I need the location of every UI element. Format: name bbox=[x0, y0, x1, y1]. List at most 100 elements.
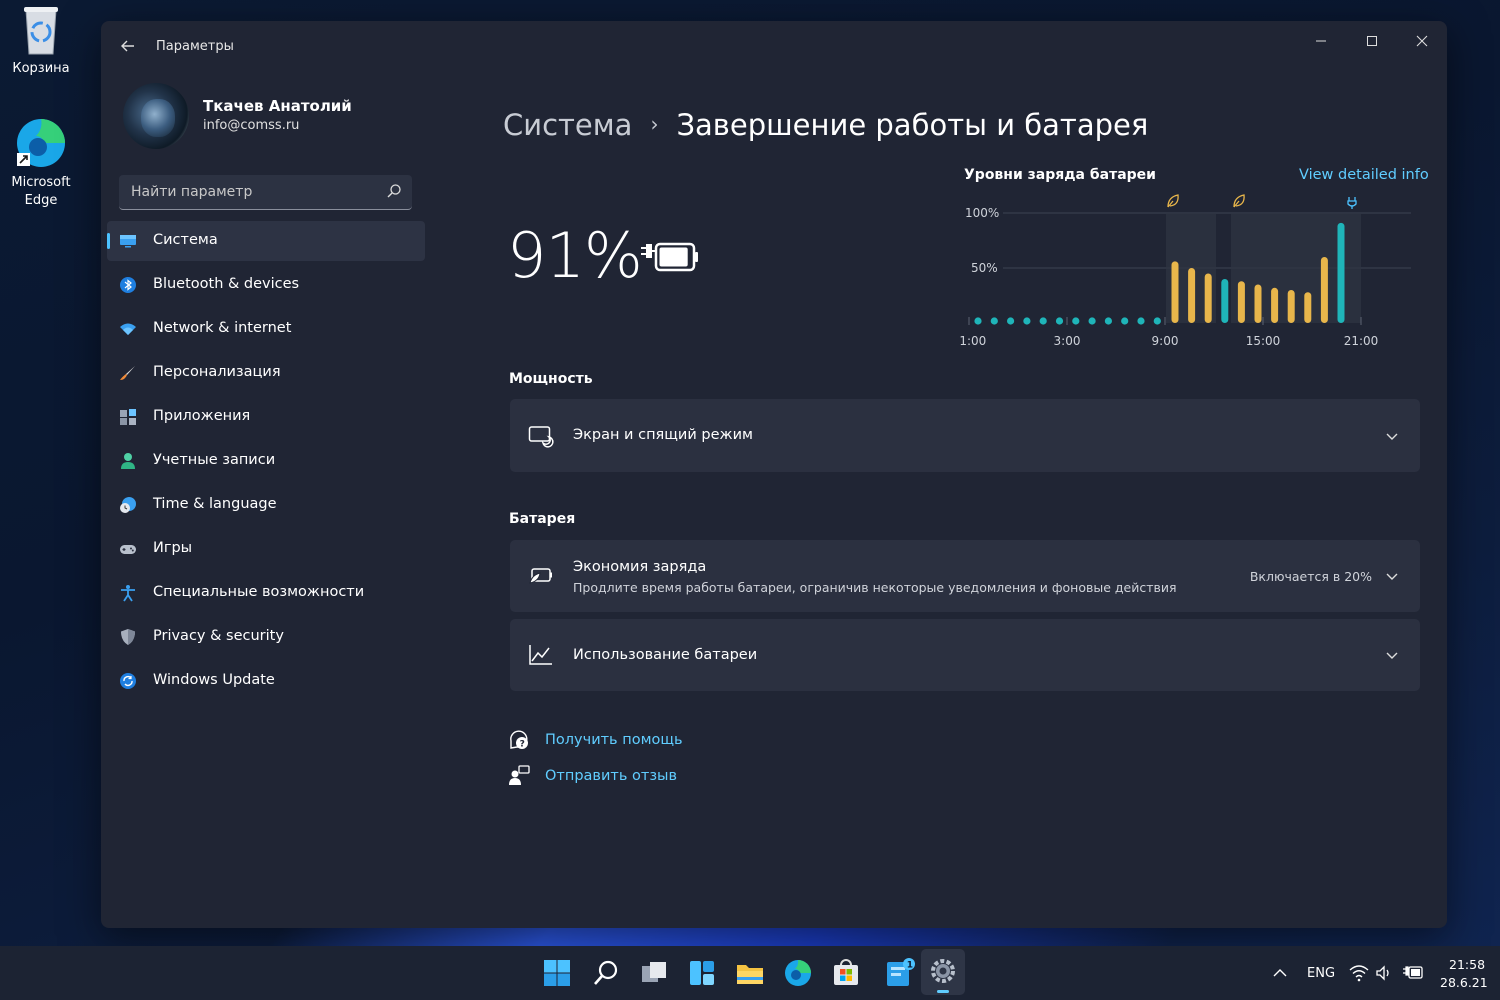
accessibility-icon bbox=[121, 585, 135, 602]
minimize-button[interactable] bbox=[1298, 27, 1344, 57]
taskbar: 1 ENG 21:58 28.6.21 bbox=[0, 946, 1500, 1000]
sidebar-item-network[interactable]: Network & internet bbox=[107, 309, 425, 349]
app-title: Параметры bbox=[156, 39, 234, 54]
back-button[interactable] bbox=[117, 35, 139, 57]
language-indicator[interactable]: ENG bbox=[1307, 966, 1335, 981]
brush-icon bbox=[120, 366, 135, 380]
sidebar-item-accessibility[interactable]: Специальные возможности bbox=[107, 573, 425, 613]
sidebar-item-personalization[interactable]: Персонализация bbox=[107, 353, 425, 393]
battery-fill bbox=[659, 247, 688, 267]
page-title: Завершение работы и батарея bbox=[676, 108, 1149, 142]
volume-icon[interactable] bbox=[1375, 964, 1393, 982]
store-icon[interactable] bbox=[830, 957, 862, 989]
sidebar-item-label: Учетные записи bbox=[153, 452, 276, 468]
chevron-up-icon[interactable] bbox=[1272, 966, 1288, 980]
standby-dot bbox=[1039, 317, 1047, 325]
sidebar-item-windows-update[interactable]: Windows Update bbox=[107, 661, 425, 701]
start-icon[interactable] bbox=[541, 957, 573, 989]
breadcrumb-parent[interactable]: Система bbox=[503, 108, 632, 142]
todo-icon: 1 bbox=[887, 958, 915, 986]
maximize-button[interactable] bbox=[1349, 27, 1395, 57]
standby-dot bbox=[1023, 317, 1031, 325]
battery-levels-chart: 100% 50% 21:00 3:00 9:00 15:00 21:00 bbox=[959, 194, 1411, 348]
arrow-left-icon bbox=[121, 40, 134, 52]
search-box[interactable] bbox=[119, 175, 412, 210]
sidebar-item-accounts[interactable]: Учетные записи bbox=[107, 441, 425, 481]
battery-saver-subtitle: Продлите время работы батареи, ограничив… bbox=[573, 580, 1177, 595]
battery-usage-title: Использование батареи bbox=[573, 647, 758, 663]
clock-time[interactable]: 21:58 bbox=[1449, 957, 1485, 972]
sidebar-item-system[interactable]: Система bbox=[107, 221, 425, 261]
sidebar-item-label: Bluetooth & devices bbox=[153, 276, 300, 292]
y-tick-label: 50% bbox=[971, 261, 998, 275]
chevron-down-icon[interactable] bbox=[1384, 568, 1400, 584]
svg-text:?: ? bbox=[520, 740, 525, 750]
sidebar-item-apps[interactable]: Приложения bbox=[107, 397, 425, 437]
get-help-link[interactable]: Получить помощь bbox=[545, 732, 683, 748]
battery-saver-card[interactable]: Экономия заряда Продлите время работы ба… bbox=[510, 540, 1420, 612]
sidebar-item-label: Специальные возможности bbox=[153, 584, 365, 600]
sidebar-item-label: Персонализация bbox=[153, 364, 281, 380]
clock-globe-icon bbox=[120, 497, 136, 513]
sidebar-item-label: Система bbox=[153, 232, 218, 248]
search-icon[interactable] bbox=[590, 957, 622, 989]
standby-dot bbox=[1137, 317, 1145, 325]
battery-bar bbox=[1271, 287, 1279, 323]
search-input[interactable] bbox=[119, 175, 379, 209]
standby-dot bbox=[990, 317, 998, 325]
edge-icon bbox=[17, 119, 65, 167]
battery-bar bbox=[1204, 273, 1212, 323]
x-tick-label: 3:00 bbox=[1054, 334, 1081, 348]
task-view-icon[interactable] bbox=[638, 957, 670, 989]
x-tick-label: 21:00 bbox=[1344, 334, 1379, 348]
settings-taskbar-button[interactable] bbox=[921, 949, 965, 995]
file-explorer-icon[interactable] bbox=[734, 957, 766, 989]
battery-bar bbox=[1221, 279, 1229, 323]
sidebar-item-privacy[interactable]: Privacy & security bbox=[107, 617, 425, 657]
system-icon bbox=[120, 235, 136, 248]
recycle-bin-label: Корзина bbox=[12, 61, 70, 76]
avatar[interactable] bbox=[123, 83, 189, 149]
sidebar-item-label: Time & language bbox=[153, 496, 277, 512]
x-tick-label: 21:00 bbox=[959, 334, 986, 348]
battery-bar bbox=[1320, 257, 1328, 323]
standby-dot bbox=[1088, 317, 1096, 325]
standby-dot bbox=[974, 317, 982, 325]
close-button[interactable] bbox=[1399, 27, 1445, 57]
battery-charging-tray-icon[interactable] bbox=[1402, 964, 1424, 982]
send-feedback-link[interactable]: Отправить отзыв bbox=[545, 768, 677, 784]
battery-charging-icon bbox=[641, 242, 698, 272]
chevron-down-icon[interactable] bbox=[1384, 647, 1400, 663]
standby-dot bbox=[1121, 317, 1129, 325]
standby-dot bbox=[1153, 317, 1161, 325]
widgets-icon[interactable] bbox=[686, 957, 718, 989]
chevron-down-icon[interactable] bbox=[1384, 428, 1400, 444]
minimize-icon bbox=[1316, 40, 1326, 42]
edge-icon[interactable] bbox=[782, 957, 814, 989]
battery-saver-state: Включается в 20% bbox=[1249, 569, 1372, 584]
notification-badge: 1 bbox=[907, 961, 913, 971]
user-name: Ткачев Анатолий bbox=[203, 97, 352, 115]
screen-sleep-card[interactable]: Экран и спящий режим bbox=[510, 399, 1420, 472]
leaf-shape bbox=[1167, 194, 1179, 208]
battery-usage-card[interactable]: Использование батареи bbox=[510, 619, 1420, 691]
plug-shape bbox=[1347, 197, 1357, 209]
view-detailed-info-link[interactable]: View detailed info bbox=[1299, 167, 1429, 183]
person-icon bbox=[121, 453, 135, 469]
breadcrumb-separator: › bbox=[650, 112, 659, 136]
sidebar-item-time-language[interactable]: Time & language bbox=[107, 485, 425, 525]
desktop-icon-edge[interactable]: Microsoft Edge bbox=[6, 116, 76, 210]
sidebar-item-gaming[interactable]: Игры bbox=[107, 529, 425, 569]
desktop-icon-recycle-bin[interactable]: Корзина bbox=[6, 4, 76, 78]
search-icon[interactable] bbox=[386, 183, 402, 199]
apps-icon bbox=[120, 409, 136, 425]
title-bar: Параметры bbox=[101, 21, 1447, 73]
maximize-icon bbox=[1367, 36, 1377, 46]
wifi-icon[interactable] bbox=[1349, 964, 1369, 982]
standby-dot bbox=[1007, 317, 1015, 325]
todo-app[interactable]: 1 bbox=[884, 957, 916, 989]
sidebar-item-bluetooth[interactable]: Bluetooth & devices bbox=[107, 265, 425, 305]
edge-label: Microsoft Edge bbox=[11, 175, 71, 208]
battery-saver-leaf-icon bbox=[1233, 194, 1245, 208]
clock-date[interactable]: 28.6.21 bbox=[1440, 975, 1488, 990]
